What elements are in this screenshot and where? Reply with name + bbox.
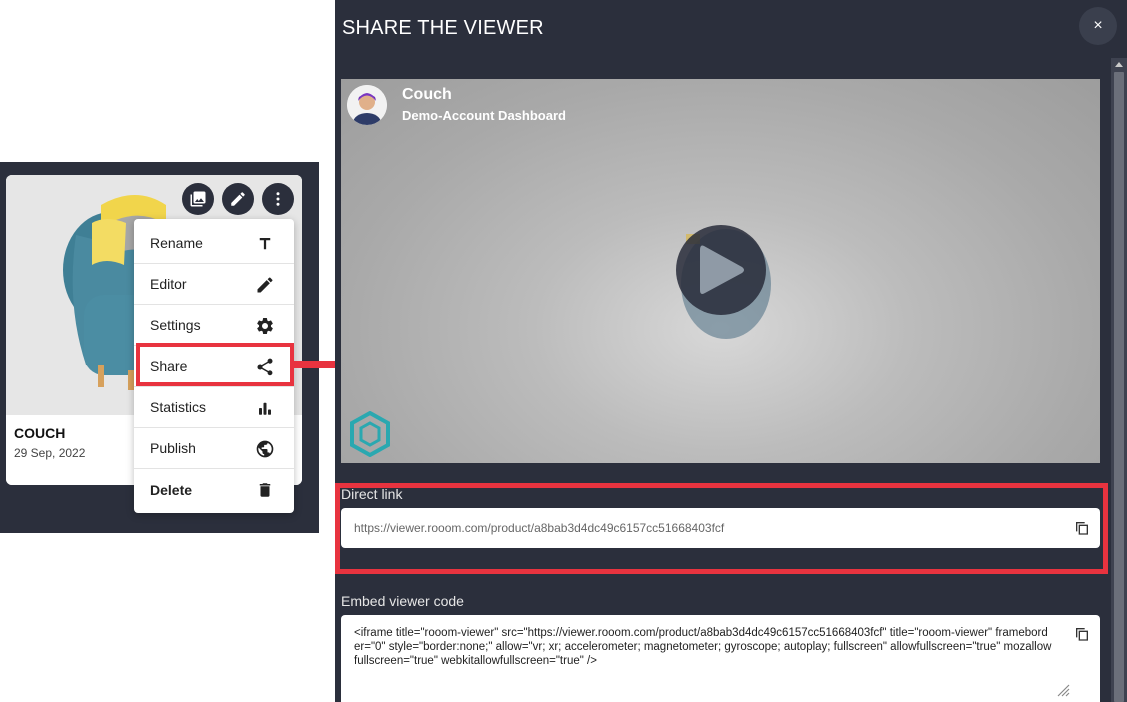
copy-icon[interactable] (1074, 626, 1090, 642)
menu-item-label: Publish (150, 440, 196, 456)
trash-icon (254, 479, 276, 501)
edit-button[interactable] (222, 183, 254, 215)
close-button[interactable]: × (1079, 7, 1117, 45)
dialog-title: SHARE THE VIEWER (342, 17, 544, 39)
rooom-logo-icon (350, 411, 390, 457)
menu-item-label: Settings (150, 317, 201, 333)
viewer-title: Couch (402, 86, 452, 103)
menu-item-rename[interactable]: Rename (134, 223, 294, 264)
avatar (347, 85, 387, 125)
menu-item-statistics[interactable]: Statistics (134, 387, 294, 428)
direct-link-value: https://viewer.rooom.com/product/a8bab3d… (354, 521, 725, 535)
scroll-up-icon[interactable] (1115, 62, 1123, 67)
direct-link-field[interactable]: https://viewer.rooom.com/product/a8bab3d… (341, 508, 1100, 548)
copy-icon[interactable] (1074, 520, 1090, 536)
close-icon: × (1093, 17, 1103, 34)
embed-code-label: Embed viewer code (341, 593, 464, 609)
menu-item-delete[interactable]: Delete (134, 469, 294, 510)
menu-item-label: Statistics (150, 399, 207, 415)
more-vert-icon (276, 192, 280, 206)
resize-grip-icon[interactable] (1056, 683, 1070, 697)
scrollbar[interactable] (1111, 58, 1127, 702)
share-icon (254, 356, 276, 378)
viewer-subtitle: Demo-Account Dashboard (402, 108, 566, 123)
menu-item-settings[interactable]: Settings (134, 305, 294, 346)
pencil-icon (231, 192, 245, 206)
bar-chart-icon (254, 397, 276, 419)
pencil-icon (254, 274, 276, 296)
context-menu: Rename Editor Settings Share Statistics … (134, 219, 294, 513)
embed-code-value: <iframe title="rooom-viewer" src="https:… (354, 627, 1052, 667)
menu-item-label: Share (150, 358, 188, 374)
text-icon (254, 233, 276, 255)
menu-item-label: Delete (150, 481, 193, 498)
menu-item-label: Editor (150, 276, 187, 292)
embed-code-textarea[interactable]: <iframe title="rooom-viewer" src="https:… (341, 615, 1100, 702)
menu-item-share[interactable]: Share (134, 346, 294, 387)
play-icon (700, 245, 744, 294)
share-dialog: SHARE THE VIEWER × Couch Demo-Account Da… (335, 0, 1127, 702)
menu-item-label: Rename (150, 235, 203, 251)
direct-link-label: Direct link (341, 486, 403, 502)
image-icon (190, 191, 206, 207)
viewer-preview[interactable]: Couch Demo-Account Dashboard (341, 79, 1100, 463)
play-button[interactable] (676, 225, 766, 315)
menu-item-publish[interactable]: Publish (134, 428, 294, 469)
menu-item-editor[interactable]: Editor (134, 264, 294, 305)
globe-icon (254, 438, 276, 460)
more-button[interactable] (262, 183, 294, 215)
scroll-thumb[interactable] (1114, 72, 1124, 702)
card-title: COUCH (14, 425, 66, 441)
card-date: 29 Sep, 2022 (14, 446, 86, 460)
gear-icon (254, 315, 276, 337)
gallery-button[interactable] (182, 183, 214, 215)
